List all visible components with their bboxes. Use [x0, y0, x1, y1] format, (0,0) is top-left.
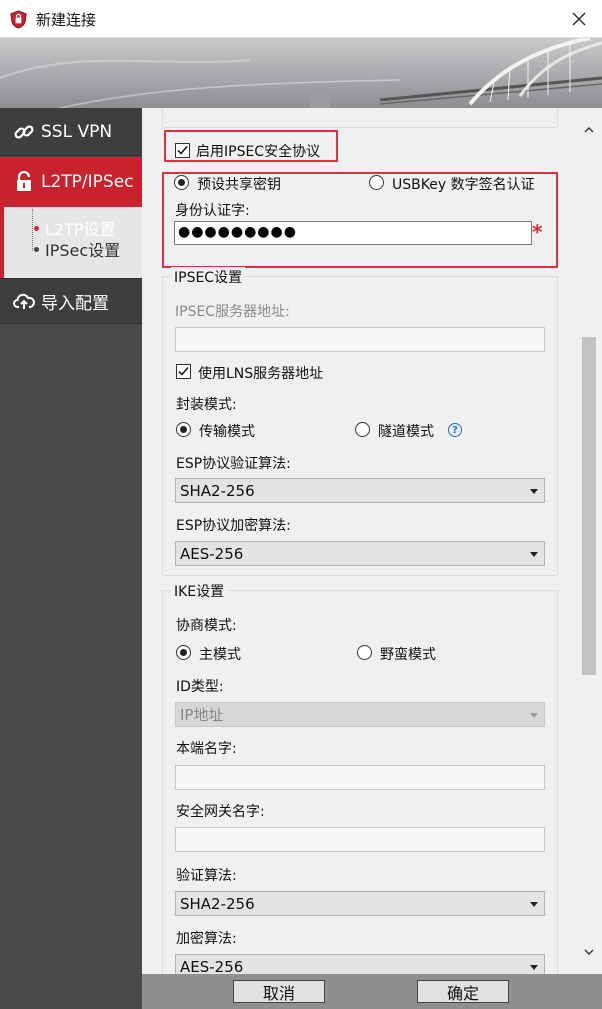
esp-enc-label: ESP协议加密算法:: [176, 518, 291, 534]
auth-algorithm-select[interactable]: SHA2-256: [175, 891, 545, 916]
id-type-select[interactable]: IP地址: [175, 702, 545, 727]
link-icon: [13, 121, 35, 143]
chevron-down-icon: [530, 902, 538, 907]
cloud-upload-icon: [13, 290, 35, 312]
local-name-input[interactable]: [175, 765, 545, 790]
enc-algorithm-select[interactable]: AES-256: [175, 954, 545, 974]
vertical-scrollbar[interactable]: [576, 108, 602, 974]
id-type-label: ID类型:: [176, 679, 224, 695]
aggressive-mode-label: 野蛮模式: [380, 647, 436, 663]
transport-mode-radio[interactable]: [176, 422, 191, 437]
shield-logo-icon: [10, 10, 27, 29]
sidebar: SSL VPN L2TP/IPSec L2TP设置 IPSec设置 导入配置: [0, 108, 142, 1009]
main-mode-label: 主模式: [199, 647, 241, 663]
esp-enc-select[interactable]: AES-256: [175, 541, 545, 566]
enable-ipsec-label: 启用IPSEC安全协议: [196, 144, 321, 160]
gateway-name-label: 安全网关名字:: [176, 804, 265, 820]
tunnel-mode-radio[interactable]: [355, 422, 370, 437]
aggressive-mode-radio[interactable]: [357, 645, 372, 660]
ipsec-server-label: IPSEC服务器地址:: [175, 304, 290, 320]
sidebar-item-l2tp-ipsec[interactable]: L2TP/IPSec: [0, 157, 142, 207]
identity-password-field[interactable]: ●●●●●●●●●: [174, 221, 532, 245]
tunnel-mode-label: 隧道模式: [378, 424, 434, 440]
enable-ipsec-checkbox[interactable]: [175, 143, 190, 158]
close-icon: [572, 12, 586, 26]
sidebar-item-label: L2TP/IPSec: [41, 172, 134, 192]
identity-label: 身份认证字:: [175, 203, 250, 219]
ike-group-title: IKE设置: [171, 581, 228, 601]
tree-line: [32, 209, 33, 251]
chevron-down-icon: [530, 713, 538, 718]
auth-algorithm-label: 验证算法:: [176, 868, 237, 884]
check-icon: [177, 146, 188, 155]
help-icon[interactable]: ?: [448, 423, 462, 437]
enc-algorithm-label: 加密算法:: [176, 931, 237, 947]
transport-mode-label: 传输模式: [199, 424, 255, 440]
chevron-down-icon[interactable]: [583, 946, 595, 958]
window-title: 新建连接: [36, 11, 97, 29]
chevron-down-icon: [530, 489, 538, 494]
esp-auth-select[interactable]: SHA2-256: [175, 478, 545, 503]
encap-mode-label: 封装模式:: [176, 397, 237, 413]
sidebar-item-label: 导入配置: [41, 293, 109, 314]
scroll-thumb[interactable]: [582, 337, 596, 675]
esp-auth-label: ESP协议验证算法:: [176, 456, 291, 472]
sidebar-item-import-config[interactable]: 导入配置: [0, 278, 142, 324]
dialog-button-bar: 取消 确定: [142, 974, 602, 1009]
negotiation-mode-label: 协商模式:: [176, 618, 237, 634]
header-banner: [0, 38, 602, 108]
required-mark: *: [532, 220, 543, 244]
cancel-button[interactable]: 取消: [233, 980, 325, 1003]
bullet-dot: [34, 246, 39, 252]
gateway-name-input[interactable]: [175, 827, 545, 852]
bullet-dot: [34, 225, 39, 231]
password-mask: ●●●●●●●●●: [178, 224, 297, 240]
previous-group-edge: [162, 108, 558, 128]
bridge-illustration: [0, 38, 602, 108]
ipsec-group-title: IPSEC设置: [171, 267, 246, 287]
unlock-icon: [13, 171, 35, 193]
chevron-down-icon: [530, 965, 538, 970]
sidebar-item-ssl-vpn[interactable]: SSL VPN: [0, 108, 142, 156]
sidebar-item-label: SSL VPN: [41, 121, 113, 142]
chevron-down-icon: [530, 552, 538, 557]
usbkey-radio[interactable]: [369, 175, 384, 190]
psk-radio[interactable]: [174, 175, 189, 190]
usbkey-label: USBKey 数字签名认证: [392, 177, 535, 193]
use-lns-label: 使用LNS服务器地址: [198, 366, 324, 382]
main-mode-radio[interactable]: [176, 645, 191, 660]
local-name-label: 本端名字:: [176, 741, 237, 757]
title-bar: 新建连接: [0, 0, 602, 38]
psk-label: 预设共享密钥: [197, 177, 281, 193]
close-button[interactable]: [556, 0, 602, 38]
chevron-up-icon[interactable]: [583, 124, 595, 136]
settings-panel: 启用IPSEC安全协议 预设共享密钥 USBKey 数字签名认证 身份认证字: …: [142, 108, 602, 974]
sidebar-subitem-ipsec-settings[interactable]: IPSec设置: [34, 237, 120, 261]
check-icon: [178, 367, 189, 376]
ipsec-server-input[interactable]: [175, 327, 545, 352]
use-lns-checkbox[interactable]: [176, 364, 191, 379]
ok-button[interactable]: 确定: [417, 980, 509, 1003]
